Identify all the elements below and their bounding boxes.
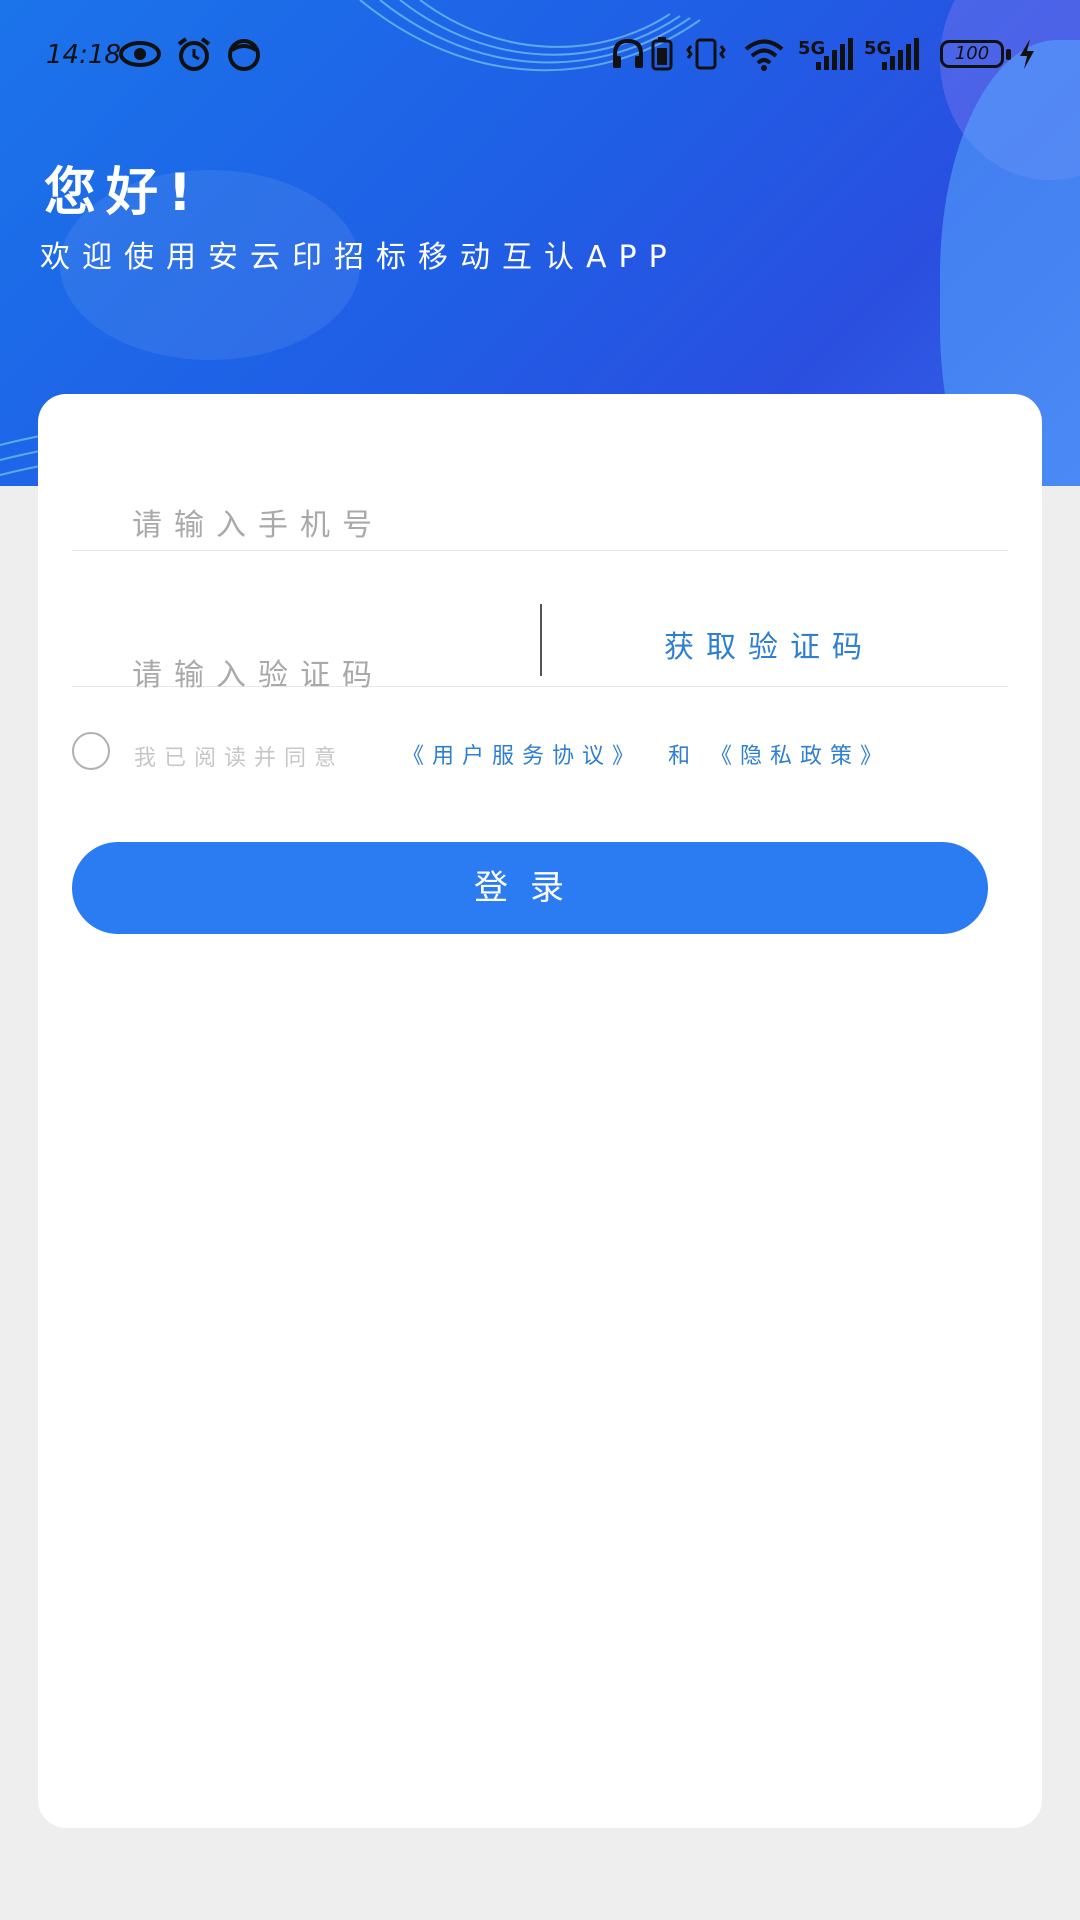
vibrate-icon [686,38,726,70]
headphones-icon [613,38,643,68]
status-time: 14:18 [46,40,121,70]
login-button[interactable]: 登录 [72,842,988,934]
greeting-title: 您好! [44,163,202,223]
wifi-icon [744,39,784,71]
charging-icon [1020,39,1034,69]
battery-tip [1006,49,1011,60]
status-bar: 14:18 5G 5G 100 [0,0,1080,110]
agree-radio[interactable] [72,732,110,770]
field-divider [540,604,542,676]
agreement-and: 和 [668,744,691,769]
phone-placeholder: 请输入手机号 [132,508,384,543]
app-icon [228,39,260,71]
agreement-row: 我已阅读并同意 《用户服务协议》 和 《隐私政策》 [72,732,972,776]
privacy-policy-link[interactable]: 《隐私政策》 [710,738,890,770]
greeting-subtitle: 欢迎使用安云印招标移动互认APP [40,240,679,275]
battery-saver-icon [651,37,673,71]
user-agreement-link[interactable]: 《用户服务协议》 [402,738,642,770]
get-code-button[interactable]: 获取验证码 [664,622,874,666]
signal-5g-icon [816,38,853,70]
agreement-prefix: 我已阅读并同意 [134,746,345,771]
eye-icon [119,41,161,67]
signal-5g-icon [882,38,919,70]
battery-indicator: 100 [940,40,1004,68]
code-placeholder: 请输入验证码 [132,658,384,693]
phone-field[interactable]: 请输入手机号 [72,454,1008,551]
login-card: 请输入手机号 请输入验证码 获取验证码 我已阅读并同意 《用户服务协议》 和 《… [38,394,1042,1828]
login-screen: 14:18 5G 5G 100 您好! 欢迎使用安云印招标移动互认APP 请输入… [0,0,1080,1920]
alarm-icon [177,37,211,71]
